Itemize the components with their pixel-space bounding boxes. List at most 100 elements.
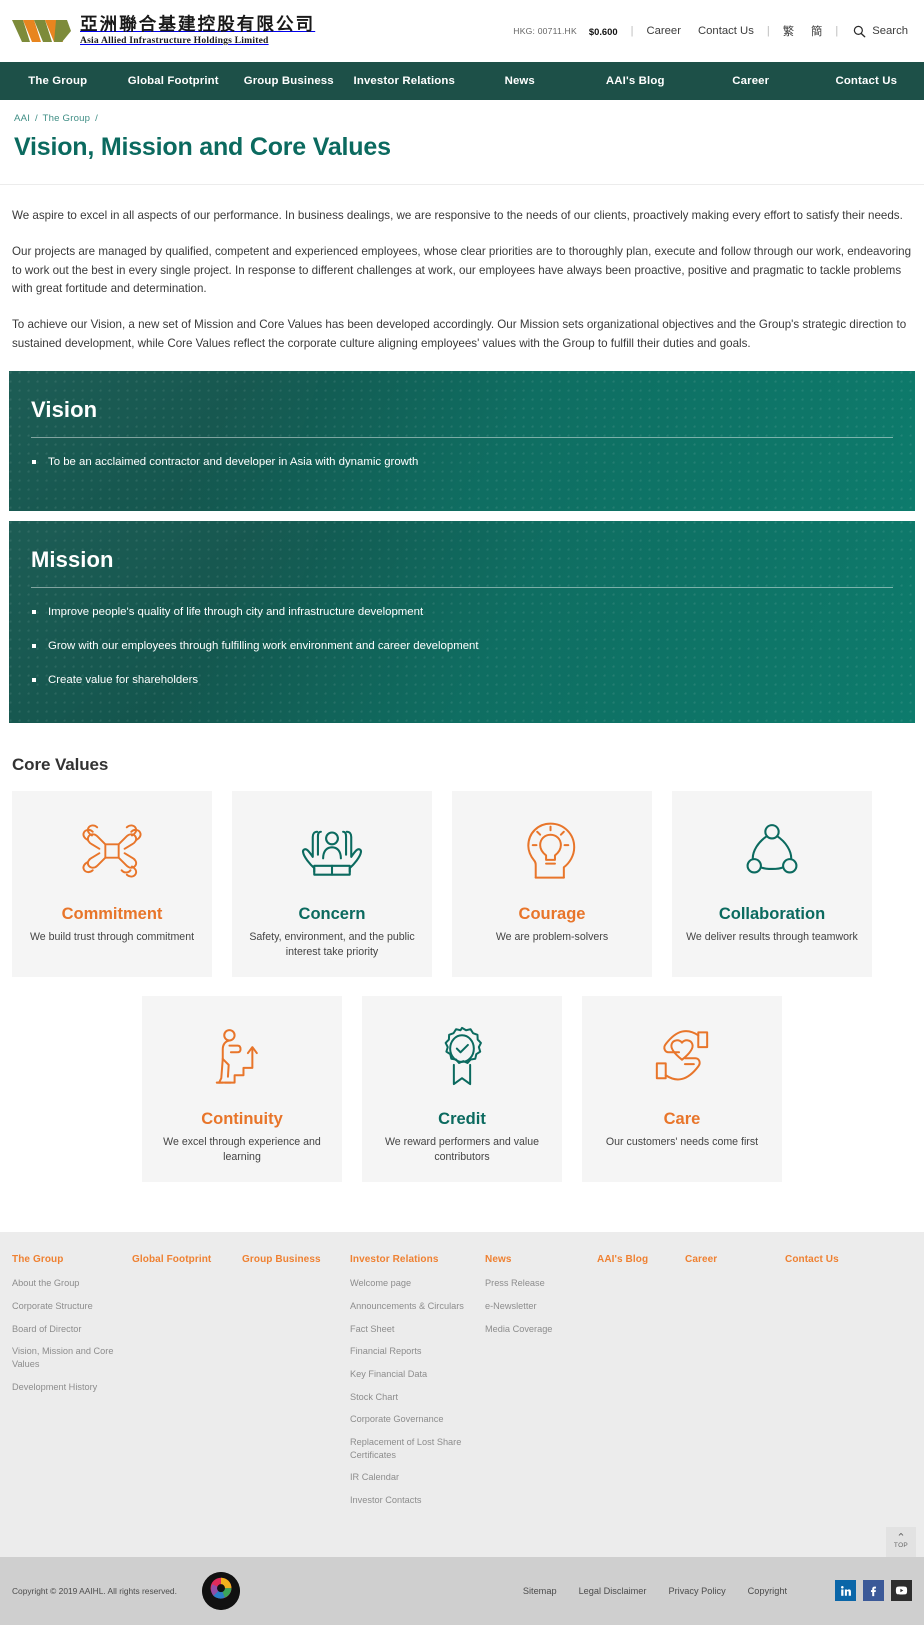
- core-value-card-commitment[interactable]: Commitment We build trust through commit…: [12, 791, 212, 978]
- footer-heading-global-footprint[interactable]: Global Footprint: [132, 1254, 242, 1265]
- nav-item-investor-relations[interactable]: Investor Relations: [347, 62, 463, 100]
- nav-item-career[interactable]: Career: [693, 62, 809, 100]
- person-climbing-stairs-icon: [205, 1016, 279, 1096]
- nav-item-the-group[interactable]: The Group: [0, 62, 116, 100]
- mission-item: Improve people's quality of life through…: [31, 604, 893, 621]
- award-badge-logo: [201, 1571, 240, 1610]
- footer-link[interactable]: Press Release: [485, 1277, 597, 1290]
- footer-link[interactable]: Financial Reports: [350, 1345, 485, 1358]
- footer-link[interactable]: Key Financial Data: [350, 1368, 485, 1381]
- social-links: [835, 1580, 912, 1602]
- footer-link[interactable]: Welcome page: [350, 1277, 485, 1290]
- header-contact-link[interactable]: Contact Us: [698, 25, 754, 37]
- stock-code: HKG: 00711.HK: [513, 26, 577, 36]
- footer-link[interactable]: Corporate Governance: [350, 1413, 485, 1426]
- footer-heading-contact-us[interactable]: Contact Us: [785, 1254, 885, 1265]
- footer-link[interactable]: Media Coverage: [485, 1323, 597, 1336]
- core-value-card-continuity[interactable]: Continuity We excel through experience a…: [142, 996, 342, 1183]
- intro-paragraph-1: We aspire to excel in all aspects of our…: [12, 209, 903, 222]
- core-value-title: Concern: [298, 905, 366, 924]
- nav-item-global-footprint[interactable]: Global Footprint: [116, 62, 232, 100]
- footer-link[interactable]: e-Newsletter: [485, 1300, 597, 1313]
- core-value-desc: We are problem-solvers: [495, 931, 609, 944]
- search-button[interactable]: Search: [853, 25, 908, 38]
- core-value-title: Commitment: [61, 905, 163, 924]
- intro-paragraph-3: To achieve our Vision, a new set of Miss…: [12, 318, 907, 350]
- footer-link[interactable]: Vision, Mission and Core Values: [12, 1345, 132, 1370]
- back-to-top-label: TOP: [893, 1542, 909, 1550]
- footer-heading-aais-blog[interactable]: AAI's Blog: [597, 1254, 685, 1265]
- core-value-desc: Safety, environment, and the public inte…: [249, 931, 415, 959]
- intro-paragraph-2: Our projects are managed by qualified, c…: [12, 244, 912, 296]
- header-career-link[interactable]: Career: [646, 25, 681, 37]
- core-value-card-credit[interactable]: Credit We reward performers and value co…: [362, 996, 562, 1183]
- head-lightbulb-icon: [515, 811, 589, 891]
- mission-item: Create value for shareholders: [31, 672, 893, 689]
- core-value-card-concern[interactable]: Concern Safety, environment, and the pub…: [232, 791, 432, 978]
- award-ribbon-check-icon: [425, 1016, 499, 1096]
- page-title: Vision, Mission and Core Values: [14, 133, 391, 161]
- footer-link[interactable]: Corporate Structure: [12, 1300, 132, 1313]
- footer-column-aais-blog: AAI's Blog: [597, 1254, 685, 1517]
- footer-heading-news[interactable]: News: [485, 1254, 597, 1265]
- nav-item-news[interactable]: News: [462, 62, 578, 100]
- vision-item: To be an acclaimed contractor and develo…: [31, 454, 893, 471]
- core-value-card-care[interactable]: Care Our customers' needs come first: [582, 996, 782, 1183]
- core-values-row-2: Continuity We excel through experience a…: [12, 996, 912, 1183]
- divider-2: |: [766, 25, 770, 37]
- vision-panel: Vision To be an acclaimed contractor and…: [9, 371, 915, 511]
- site-header: 亞洲聯合基建控股有限公司 Asia Allied Infrastructure …: [0, 0, 924, 62]
- core-value-title: Care: [663, 1110, 701, 1129]
- nav-item-aais-blog[interactable]: AAI's Blog: [578, 62, 694, 100]
- footer-heading-investor-relations[interactable]: Investor Relations: [350, 1254, 485, 1265]
- core-value-card-collaboration[interactable]: Collaboration We deliver results through…: [672, 791, 872, 978]
- footer-link[interactable]: Development History: [12, 1381, 132, 1394]
- core-value-desc: Our customers' needs come first: [605, 1136, 759, 1149]
- footer-link[interactable]: IR Calendar: [350, 1471, 485, 1484]
- back-to-top-button[interactable]: ⌃ TOP: [886, 1526, 916, 1557]
- core-value-desc: We deliver results through teamwork: [686, 931, 858, 944]
- nav-item-contact-us[interactable]: Contact Us: [809, 62, 924, 100]
- core-value-card-courage[interactable]: Courage We are problem-solvers: [452, 791, 652, 978]
- footer-link[interactable]: Stock Chart: [350, 1391, 485, 1404]
- vision-heading: Vision: [31, 396, 98, 422]
- lang-simplified-chinese[interactable]: 簡: [811, 23, 822, 39]
- nav-item-group-business[interactable]: Group Business: [231, 62, 347, 100]
- footer-link[interactable]: Replacement of Lost Share Certificates: [350, 1436, 485, 1461]
- core-value-desc: We excel through experience and learning: [163, 1136, 321, 1164]
- lang-traditional-chinese[interactable]: 繁: [783, 23, 794, 39]
- footer-link[interactable]: Announcements & Circulars: [350, 1300, 485, 1313]
- core-value-title: Credit: [438, 1110, 486, 1129]
- footer-bottom-bar: Copyright © 2019 AAIHL. All rights reser…: [0, 1556, 924, 1625]
- facebook-icon[interactable]: [863, 1580, 884, 1602]
- footer-heading-the-group[interactable]: The Group: [12, 1254, 132, 1265]
- footer-heading-career[interactable]: Career: [685, 1254, 785, 1265]
- site-footer: The Group About the Group Corporate Stru…: [0, 1232, 924, 1557]
- privacy-policy-link[interactable]: Privacy Policy: [668, 1586, 725, 1596]
- footer-link[interactable]: Fact Sheet: [350, 1323, 485, 1336]
- breadcrumb-sep-1: /: [34, 113, 38, 124]
- footer-bottom-links: Sitemap Legal Disclaimer Privacy Policy …: [523, 1580, 912, 1602]
- footer-link[interactable]: Investor Contacts: [350, 1494, 485, 1507]
- legal-disclaimer-link[interactable]: Legal Disclaimer: [579, 1586, 647, 1596]
- header-utility-bar: HKG: 00711.HK $0.600 | Career Contact Us…: [513, 23, 912, 39]
- copyright-link[interactable]: Copyright: [748, 1586, 787, 1596]
- youtube-icon[interactable]: [891, 1580, 912, 1602]
- footer-link[interactable]: About the Group: [12, 1277, 132, 1290]
- footer-heading-group-business[interactable]: Group Business: [242, 1254, 350, 1265]
- mission-panel: Mission Improve people's quality of life…: [9, 521, 915, 723]
- breadcrumb-item-the-group[interactable]: The Group: [43, 113, 91, 124]
- mission-heading: Mission: [31, 546, 114, 572]
- footer-link[interactable]: Board of Director: [12, 1323, 132, 1336]
- core-values-heading: Core Values: [12, 755, 109, 775]
- core-value-title: Courage: [518, 905, 586, 924]
- caring-company-badge-icon: [201, 1571, 240, 1610]
- mission-list: Improve people's quality of life through…: [31, 604, 893, 689]
- sitemap-link[interactable]: Sitemap: [523, 1586, 557, 1596]
- hands-holding-person-icon: [295, 811, 369, 891]
- core-value-desc: We reward performers and value contribut…: [384, 1136, 540, 1164]
- site-logo[interactable]: 亞洲聯合基建控股有限公司 Asia Allied Infrastructure …: [10, 14, 315, 48]
- divider: |: [630, 25, 634, 37]
- linkedin-icon[interactable]: [835, 1580, 856, 1602]
- breadcrumb-item-aai[interactable]: AAI: [14, 113, 30, 124]
